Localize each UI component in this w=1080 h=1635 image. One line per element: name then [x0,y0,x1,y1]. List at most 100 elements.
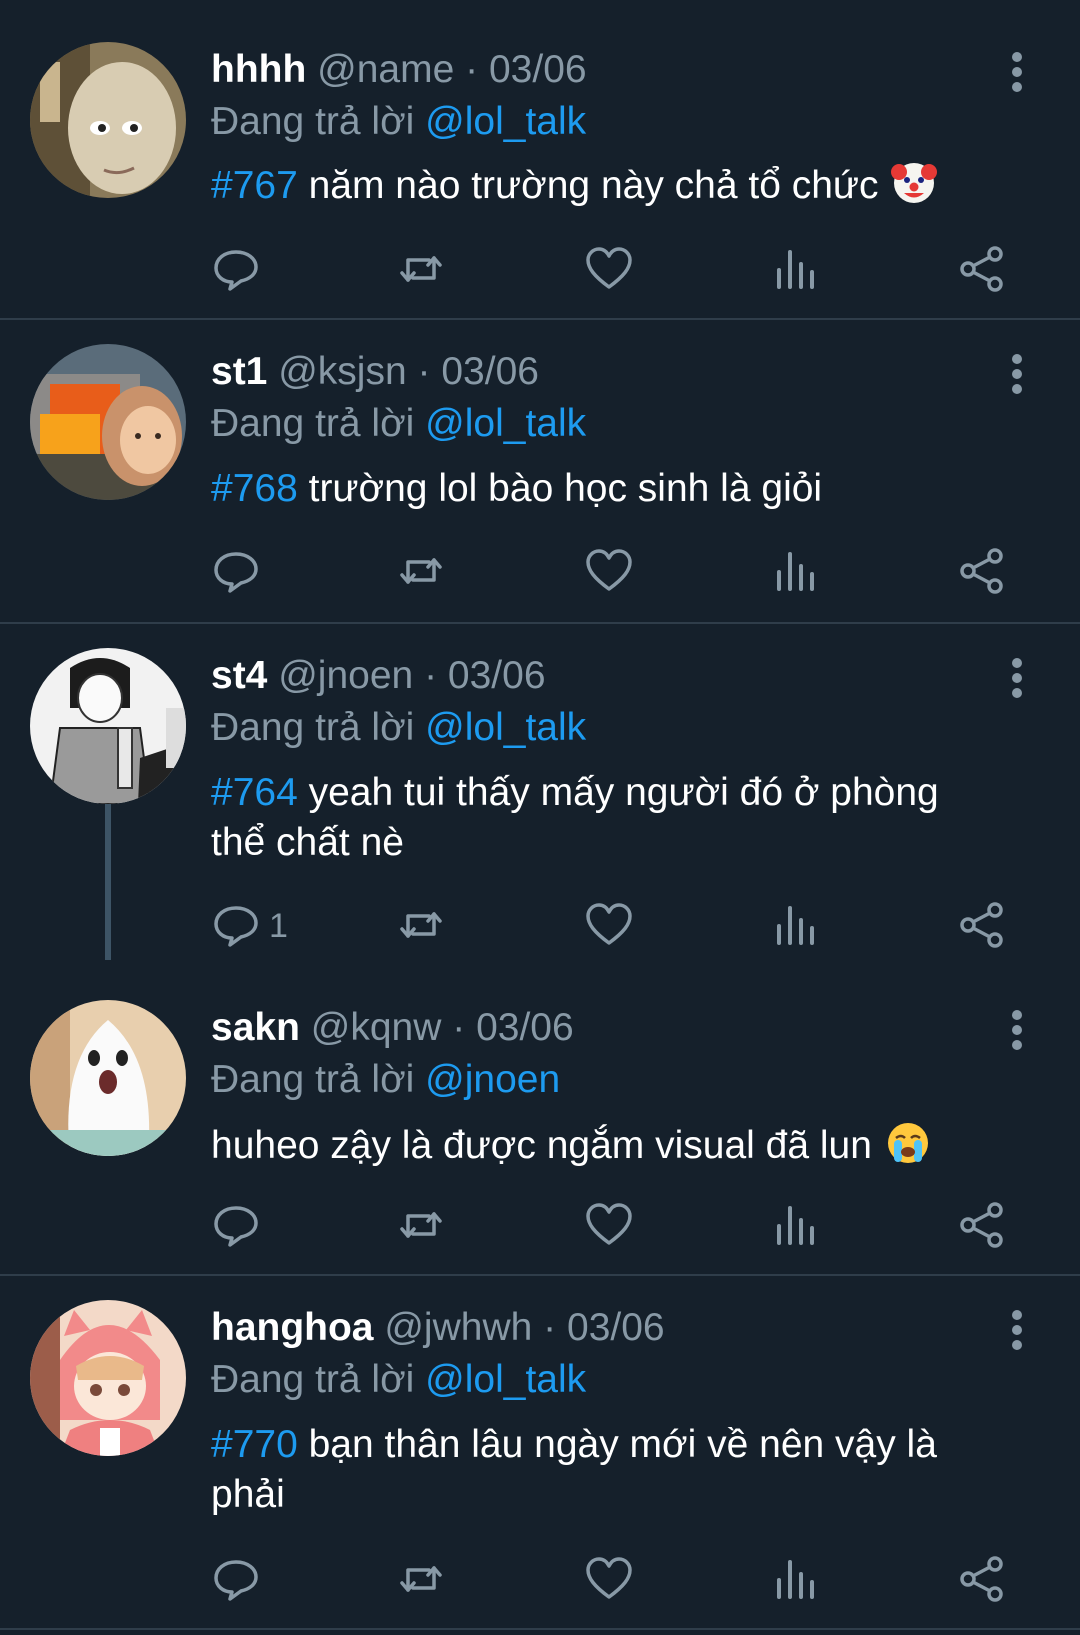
more-options-icon[interactable] [1003,656,1031,700]
user-handle[interactable]: @jwhwh [384,1306,532,1349]
views-button[interactable] [770,244,820,300]
replying-label: Đang trả lời [211,100,415,143]
reply-icon [214,1206,258,1247]
like-button[interactable] [584,546,634,602]
like-icon [586,1203,632,1245]
like-icon [586,1557,632,1599]
clown-face-icon [889,160,939,206]
retweet-button[interactable] [396,1200,446,1256]
like-button[interactable] [584,1200,634,1256]
share-icon [960,246,1003,292]
like-icon [586,247,632,289]
display-name[interactable]: sakn [211,1006,300,1049]
reply-mention[interactable]: @jnoen [425,1058,560,1101]
share-button[interactable] [957,244,1007,300]
replying-to: Đang trả lời @lol_talk [211,400,586,448]
separator-dot: · [424,654,438,697]
tweet-body: yeah tui thấy mấy người đó ở phòng thể c… [211,771,939,864]
tweet-date[interactable]: 03/06 [448,654,546,697]
reply-button[interactable] [211,1200,261,1256]
tweet-header: st4 @jnoen · 03/06 [211,652,546,700]
avatar[interactable] [30,344,186,500]
tweet-text: huheo zậy là được ngắm visual đã lun [211,1120,1011,1171]
reply-icon [214,552,258,593]
reply-mention[interactable]: @lol_talk [425,100,586,143]
hashtag[interactable]: #770 [211,1423,298,1466]
avatar[interactable] [30,1000,186,1156]
separator-dot: · [465,48,479,91]
more-options-icon[interactable] [1003,50,1031,94]
views-icon [777,250,814,289]
tweet[interactable]: hhhh @name · 03/06 Đang trả lời @lol_tal… [0,0,1080,318]
tweet-body: năm nào trường này chả tổ chức [308,164,879,207]
display-name[interactable]: st4 [211,654,267,697]
like-button[interactable] [584,1554,634,1610]
reply-button[interactable]: 1 [211,900,288,956]
like-icon [586,549,632,591]
reply-mention[interactable]: @lol_talk [425,706,586,749]
replying-to: Đang trả lời @jnoen [211,1056,560,1104]
reply-mention[interactable]: @lol_talk [425,1358,586,1401]
reply-button[interactable] [211,1554,261,1610]
retweet-button[interactable] [396,900,446,956]
avatar[interactable] [30,648,186,804]
share-button[interactable] [957,900,1007,956]
user-handle[interactable]: @name [317,48,454,91]
retweet-icon [400,558,442,584]
replying-label: Đang trả lời [211,706,415,749]
tweet-date[interactable]: 03/06 [441,350,539,393]
user-handle[interactable]: @ksjsn [278,350,406,393]
avatar[interactable] [30,1300,186,1456]
tweet-actions [0,1200,1080,1256]
share-icon [960,548,1003,594]
views-button[interactable] [770,546,820,602]
separator-dot: · [543,1306,557,1349]
tweet-actions [0,1554,1080,1610]
share-button[interactable] [957,546,1007,602]
views-button[interactable] [770,1200,820,1256]
tweet-text: #770 bạn thân lâu ngày mới về nên vậy là… [211,1420,991,1520]
views-icon [777,906,814,945]
user-handle[interactable]: @jnoen [278,654,413,697]
tweet-date[interactable]: 03/06 [567,1306,665,1349]
hashtag[interactable]: #768 [211,467,298,510]
reply-mention[interactable]: @lol_talk [425,402,586,445]
tweet[interactable]: hanghoa @jwhwh · 03/06 Đang trả lời @lol… [0,1276,1080,1626]
share-icon [960,902,1003,948]
share-button[interactable] [957,1200,1007,1256]
retweet-icon [400,1212,442,1238]
tweet-text: #764 yeah tui thấy mấy người đó ở phòng … [211,768,1001,868]
hashtag[interactable]: #767 [211,164,298,207]
display-name[interactable]: hanghoa [211,1306,374,1349]
tweet[interactable]: st4 @jnoen · 03/06 Đang trả lời @lol_tal… [0,624,1080,960]
divider [0,1628,1080,1630]
display-name[interactable]: hhhh [211,48,306,91]
hashtag[interactable]: #764 [211,771,298,814]
share-button[interactable] [957,1554,1007,1610]
more-options-icon[interactable] [1003,1308,1031,1352]
reply-button[interactable] [211,244,261,300]
tweet-body: huheo zậy là được ngắm visual đã lun [211,1124,872,1167]
reply-button[interactable] [211,546,261,602]
share-icon [960,1202,1003,1248]
views-button[interactable] [770,900,820,956]
retweet-button[interactable] [396,1554,446,1610]
tweet-date[interactable]: 03/06 [476,1006,574,1049]
like-button[interactable] [584,244,634,300]
replying-to: Đang trả lời @lol_talk [211,98,586,146]
display-name[interactable]: st1 [211,350,267,393]
like-button[interactable] [584,900,634,956]
retweet-button[interactable] [396,546,446,602]
reply-icon [214,250,258,291]
tweet[interactable]: sakn @kqnw · 03/06 Đang trả lời @jnoen h… [0,960,1080,1274]
user-handle[interactable]: @kqnw [311,1006,442,1049]
tweet-date[interactable]: 03/06 [489,48,587,91]
avatar[interactable] [30,42,186,198]
more-options-icon[interactable] [1003,352,1031,396]
retweet-button[interactable] [396,244,446,300]
tweet-actions [0,546,1080,602]
more-options-icon[interactable] [1003,1008,1031,1052]
tweet[interactable]: st1 @ksjsn · 03/06 Đang trả lời @lol_tal… [0,320,1080,622]
views-button[interactable] [770,1554,820,1610]
replying-to: Đang trả lời @lol_talk [211,1356,586,1404]
